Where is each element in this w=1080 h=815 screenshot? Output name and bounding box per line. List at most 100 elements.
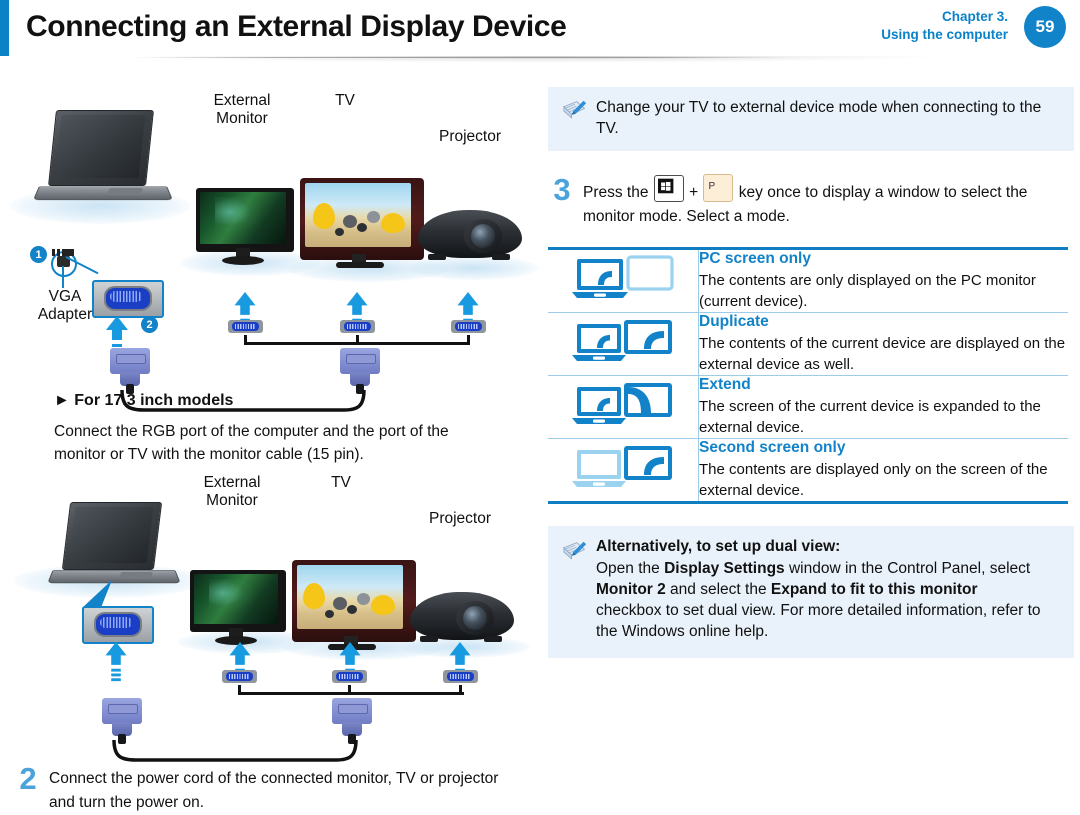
projector-illustration-top: [418, 210, 528, 270]
vga-cable-loop-bottom: [112, 740, 358, 762]
vga-cable-loop-top: [120, 390, 366, 412]
bus-wire-stub-mid-top: [356, 335, 359, 343]
label-line1: External: [203, 474, 261, 491]
note-seg-3: and select the: [665, 581, 771, 598]
callout-1: 1: [30, 246, 47, 263]
note-pencil-icon: [563, 100, 587, 119]
mode-text-cell-duplicate: Duplicate The contents of the current de…: [698, 312, 1068, 376]
section-paragraph-17inch: Connect the RGB port of the computer and…: [54, 423, 449, 463]
mode-desc: The contents are displayed only on the s…: [699, 461, 1048, 499]
diagram-17inch-models: External Monitor TV Projector: [0, 472, 540, 762]
mode-name: PC screen only: [699, 250, 811, 267]
vga-connector-projector-bottom: [443, 668, 478, 685]
step-3-number: 3: [553, 172, 571, 207]
label-tv-top: TV: [335, 92, 355, 109]
label-projector-bottom: Projector: [428, 510, 492, 527]
tv-illustration-bottom: [292, 560, 416, 655]
table-row: Second screen only The contents are disp…: [548, 438, 1068, 503]
extend-icon: [571, 382, 672, 424]
p-key[interactable]: P: [703, 174, 734, 202]
mode-name: Second screen only: [699, 439, 846, 456]
bus-wire-bottom: [238, 692, 464, 695]
second-screen-only-icon: [571, 445, 672, 487]
vga-label-line1: VGA: [48, 288, 82, 305]
laptop-illustration-bottom: [47, 502, 198, 594]
header-accent-bar: [0, 0, 9, 56]
note-pencil-icon: [563, 541, 587, 560]
mode-text-cell-extend: Extend The screen of the current device …: [698, 375, 1068, 439]
mode-icon-cell-pc-screen-only: [548, 248, 699, 313]
plus-sign: +: [689, 184, 699, 201]
label-line2: Monitor: [216, 110, 268, 127]
mode-name: Duplicate: [699, 313, 769, 330]
label-tv-bottom: TV: [331, 474, 351, 491]
vga-connector-projector-top: [451, 318, 486, 335]
duplicate-icon: [571, 319, 672, 361]
table-row: Extend The screen of the current device …: [548, 375, 1068, 439]
note-title-dual-view: Alternatively, to set up dual view:: [596, 538, 841, 555]
label-vga-adapter: VGA Adapter: [20, 288, 110, 324]
mode-text-cell-second-screen-only: Second screen only The contents are disp…: [698, 438, 1068, 503]
note-text-tv-mode: Change your TV to external device mode w…: [596, 99, 1042, 137]
callout-2: 2: [141, 316, 158, 333]
windows-key[interactable]: [653, 175, 684, 202]
step-3-text-after: key once to display a window to select t…: [583, 184, 1028, 225]
vga-cable-plug-left-top: [108, 348, 152, 394]
vga-cable-plug-right-top: [338, 348, 382, 394]
bus-wire-stub-left-bottom: [238, 685, 241, 693]
step-3-text: Press the + P key once to display a wind…: [583, 171, 1053, 229]
pc-screen-only-icon: [571, 254, 674, 298]
note-box-dual-view: Alternatively, to set up dual view: Open…: [548, 526, 1074, 658]
chapter-name: Using the computer: [881, 27, 1008, 42]
bus-wire-stub-mid-bottom: [348, 685, 351, 693]
mode-text-cell-pc-screen-only: PC screen only The contents are only dis…: [699, 249, 1069, 313]
insert-arrow-laptop-bottom: [105, 642, 127, 682]
note-bold-expand-to-fit: Expand to fit to this monitor: [770, 581, 978, 598]
mode-desc: The contents of the current device are d…: [699, 335, 1066, 373]
vga-adapter-pins: [110, 291, 142, 302]
vga-label-line2: Adapter: [37, 306, 93, 323]
mode-desc: The contents are only displayed on the P…: [699, 272, 1036, 310]
table-row: PC screen only The contents are only dis…: [548, 248, 1069, 313]
left-column: External Monitor TV Projector 1 VGA Adap…: [0, 70, 540, 811]
step-3-text-before: Press the: [583, 184, 649, 201]
note-box-tv-mode: Change your TV to external device mode w…: [548, 87, 1074, 151]
tv-illustration-top: [300, 178, 424, 273]
note-seg-2: window in the Control Panel, select: [784, 560, 1031, 577]
chapter-number: Chapter 3.: [941, 9, 1008, 24]
mode-icon-cell-extend: [548, 375, 699, 439]
page-header: Connecting an External Display Device Ch…: [0, 0, 1080, 70]
step-2-number: 2: [19, 761, 37, 796]
note-text-dual-view: Open the Display Settings window in the …: [596, 558, 1046, 642]
windows-logo-icon: [657, 178, 674, 194]
label-line1: External: [213, 92, 271, 109]
diagram-standard-models: External Monitor TV Projector 1 VGA Adap…: [0, 70, 540, 412]
vga-cable-plug-left-bottom: [100, 698, 144, 744]
note-seg-1: Open the: [596, 560, 665, 577]
vga-cable-plug-right-bottom: [330, 698, 374, 744]
p-key-label: P: [708, 181, 716, 192]
display-mode-table: PC screen only The contents are only dis…: [548, 247, 1068, 504]
header-shadow: [0, 56, 1080, 70]
label-projector-top: Projector: [438, 128, 502, 145]
mode-desc: The screen of the current device is expa…: [699, 398, 1041, 436]
vga-connector-tv-bottom: [332, 668, 367, 685]
page-number-badge: 59: [1024, 6, 1066, 48]
note-bold-display-settings: Display Settings: [664, 560, 785, 577]
step-2: 2 Connect the power cord of the connecte…: [16, 761, 510, 815]
right-column: Change your TV to external device mode w…: [540, 70, 1080, 766]
laptop-illustration: [30, 110, 190, 210]
plug-arrow-icon: [52, 249, 74, 256]
label-external-monitor-top: External Monitor: [182, 92, 302, 128]
external-monitor-illustration-bottom: [190, 570, 290, 650]
table-row: Duplicate The contents of the current de…: [548, 312, 1068, 376]
bus-wire-stub-right-bottom: [459, 685, 462, 693]
chapter-label: Chapter 3. Using the computer: [881, 8, 1008, 44]
vga-connector-monitor-bottom: [222, 668, 257, 685]
vga-connector-monitor-top: [228, 318, 263, 335]
step-3: 3 Press the + P key once to display a wi…: [550, 171, 1070, 229]
vga-connector-tv-top: [340, 318, 375, 335]
bus-wire-stub-left-top: [244, 335, 247, 343]
callout-leader-line: [62, 266, 64, 288]
step-2-text: Connect the power cord of the connected …: [49, 770, 499, 811]
